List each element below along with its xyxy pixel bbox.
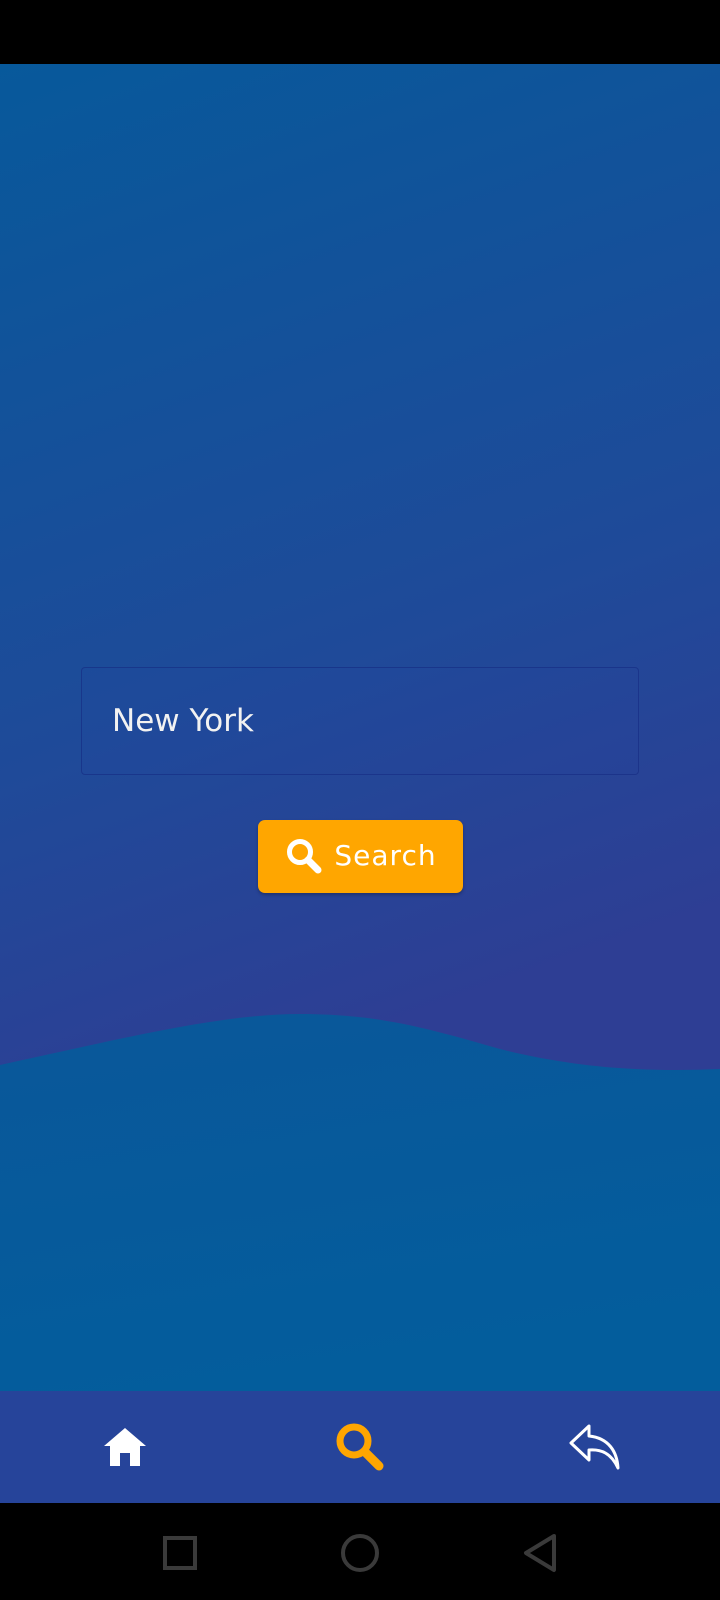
screen: Search — [0, 0, 720, 1600]
search-field[interactable] — [81, 667, 639, 775]
recents-icon[interactable] — [150, 1523, 210, 1583]
back-triangle-icon[interactable] — [510, 1523, 570, 1583]
status-bar — [0, 0, 720, 64]
home-circle-icon[interactable] — [330, 1523, 390, 1583]
app-content: Search — [0, 64, 720, 1391]
home-icon — [102, 1426, 148, 1468]
nav-item-search[interactable] — [240, 1391, 480, 1503]
bottom-navigation — [0, 1391, 720, 1503]
nav-item-back[interactable] — [475, 1391, 715, 1503]
search-input[interactable] — [112, 694, 602, 748]
nav-item-home[interactable] — [5, 1391, 245, 1503]
search-icon — [333, 1420, 387, 1474]
search-icon — [284, 836, 324, 876]
reply-back-icon — [567, 1422, 623, 1472]
system-navigation-bar — [0, 1503, 720, 1600]
search-button-label: Search — [334, 839, 437, 872]
search-button[interactable]: Search — [258, 820, 463, 893]
